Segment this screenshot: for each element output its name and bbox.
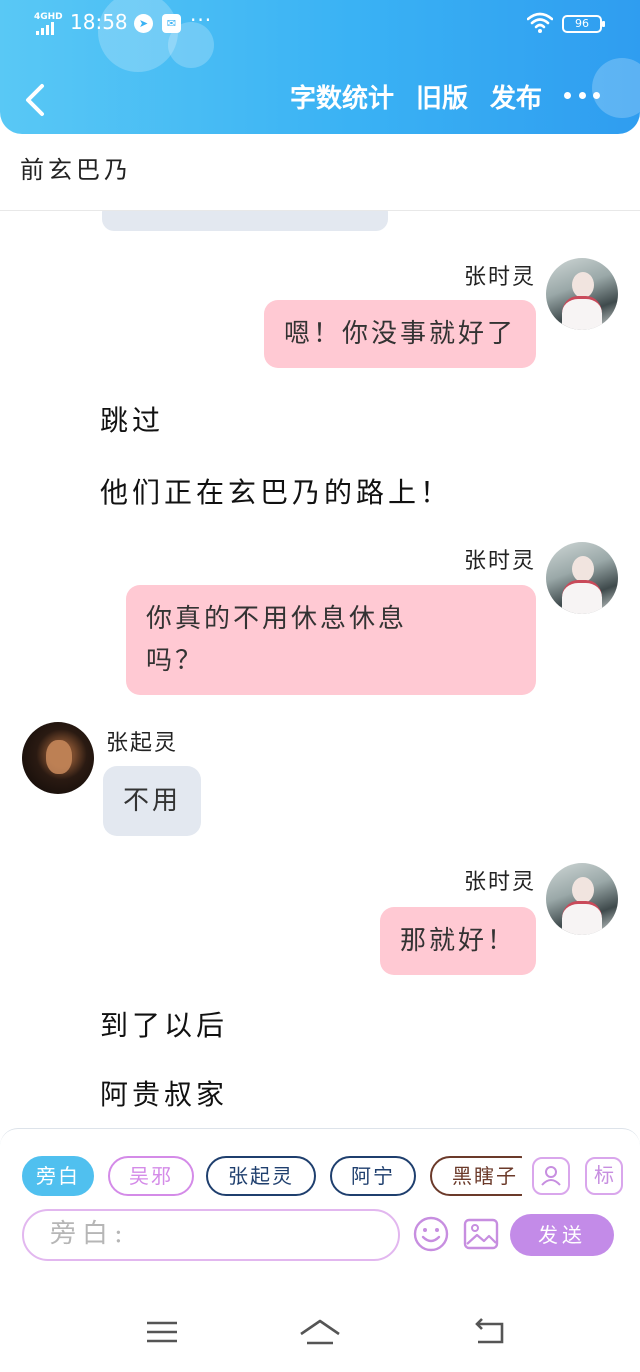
scene-title: 前玄巴乃 (20, 156, 132, 184)
wifi-icon (527, 12, 553, 33)
avatar-zhang-shiling[interactable] (546, 863, 618, 935)
more-dots-icon[interactable] (564, 92, 600, 104)
publish-button[interactable]: 发布 (490, 78, 542, 115)
back-chevron-icon[interactable] (18, 80, 54, 120)
header-actions: 字数统计 旧版 发布 (290, 78, 542, 115)
mail-icon: ✉ (162, 14, 181, 33)
role-selector: 旁白 吴邪 张起灵 阿宁 黑瞎子 (22, 1156, 522, 1196)
battery-icon: 96 (562, 15, 605, 33)
compass-icon: ➤ (134, 14, 153, 33)
narration-text[interactable]: 跳过 (100, 399, 164, 439)
person-icon[interactable] (532, 1157, 570, 1195)
role-chip-narrator[interactable]: 旁白 (22, 1156, 94, 1196)
top-header: 4GHD 18:58 ➤ ✉ ··· 96 字数统计 旧版 发布 (0, 0, 640, 134)
message-bubble[interactable]: 那就好！ (379, 907, 536, 975)
status-time: 18:58 (70, 10, 128, 34)
message-bubble[interactable]: 你真的不用休息休息 吗？ (126, 585, 536, 695)
message-line: 你真的不用休息休息 (146, 604, 408, 634)
back-icon[interactable] (470, 1316, 510, 1348)
role-mark-button[interactable]: 标 (585, 1157, 623, 1195)
chat-area[interactable]: 张时灵 嗯！你没事就好了 跳过 他们正在玄巴乃的路上！ 张时灵 你真的不用休息休… (0, 211, 640, 1129)
composer-panel: 旁白 吴邪 张起灵 阿宁 黑瞎子 标 旁白: 发送 (0, 1128, 640, 1262)
more-notifications-icon: ··· (190, 8, 213, 32)
role-chip-wuxie[interactable]: 吴邪 (108, 1156, 194, 1196)
narration-text[interactable]: 到了以后 (100, 1004, 228, 1044)
old-version-button[interactable]: 旧版 (416, 78, 468, 115)
narration-text[interactable]: 阿贵叔家 (100, 1073, 228, 1113)
speaker-name: 张时灵 (463, 549, 536, 574)
speaker-name: 张时灵 (463, 265, 536, 290)
role-chip-zhangqiling[interactable]: 张起灵 (206, 1156, 316, 1196)
partial-message-bubble (102, 211, 388, 231)
speaker-name: 张时灵 (463, 870, 536, 895)
send-button[interactable]: 发送 (510, 1214, 614, 1256)
word-count-button[interactable]: 字数统计 (290, 78, 394, 115)
signal-icon (36, 22, 54, 35)
speaker-name: 张起灵 (106, 731, 179, 756)
network-type: 4GHD (34, 12, 63, 22)
home-icon[interactable] (298, 1316, 342, 1348)
avatar-zhang-shiling[interactable] (546, 542, 618, 614)
status-bar: 4GHD 18:58 ➤ ✉ ··· 96 (0, 0, 640, 50)
message-bubble[interactable]: 嗯！你没事就好了 (263, 300, 536, 368)
message-bubble[interactable]: 不用 (103, 766, 202, 836)
decorative-bubble (592, 58, 640, 118)
role-chip-aning[interactable]: 阿宁 (330, 1156, 416, 1196)
narration-text[interactable]: 他们正在玄巴乃的路上！ (100, 471, 452, 511)
message-input[interactable]: 旁白: (22, 1209, 400, 1261)
image-icon[interactable] (462, 1215, 500, 1253)
role-chip-heixiazi[interactable]: 黑瞎子 (430, 1156, 522, 1196)
emoji-icon[interactable] (412, 1215, 450, 1253)
menu-icon[interactable] (142, 1316, 182, 1348)
person-glyph (541, 1166, 561, 1186)
message-line: 吗？ (146, 646, 205, 676)
avatar-zhang-qiling[interactable] (22, 722, 94, 794)
avatar-zhang-shiling[interactable] (546, 258, 618, 330)
